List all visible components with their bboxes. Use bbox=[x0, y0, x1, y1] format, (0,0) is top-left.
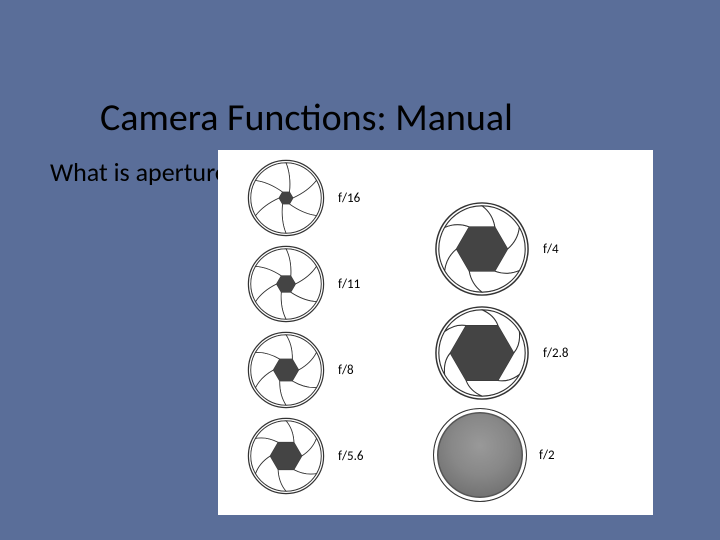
aperture-row: f/2 bbox=[433, 408, 568, 502]
aperture-label: f/8 bbox=[338, 363, 354, 378]
aperture-label: f/5.6 bbox=[338, 449, 363, 464]
aperture-row: f/5.6 bbox=[246, 416, 363, 496]
aperture-icon bbox=[246, 158, 326, 238]
aperture-row: f/8 bbox=[246, 330, 363, 410]
aperture-label: f/2 bbox=[539, 448, 555, 463]
aperture-icon bbox=[246, 416, 326, 496]
aperture-row: f/2.8 bbox=[433, 304, 568, 402]
aperture-row: f/16 bbox=[246, 158, 363, 238]
aperture-column-large: f/4 f/2.8 f/2 bbox=[433, 200, 568, 508]
aperture-icon bbox=[433, 304, 531, 402]
aperture-row: f/11 bbox=[246, 244, 363, 324]
aperture-column-small: f/16 f/11 f/8 f/5.6 bbox=[246, 158, 363, 502]
aperture-diagram-panel: f/16 f/11 f/8 f/5.6 f/4 f/2.8 bbox=[218, 150, 653, 515]
slide-title: Camera Functions: Manual bbox=[100, 95, 513, 141]
aperture-full-open-icon bbox=[433, 408, 527, 502]
aperture-label: f/16 bbox=[338, 191, 360, 206]
question-text: What is aperture? bbox=[50, 158, 240, 188]
aperture-icon bbox=[246, 244, 326, 324]
aperture-row: f/4 bbox=[433, 200, 568, 298]
aperture-label: f/4 bbox=[543, 242, 559, 257]
aperture-icon bbox=[433, 200, 531, 298]
aperture-label: f/2.8 bbox=[543, 346, 568, 361]
aperture-icon bbox=[246, 330, 326, 410]
slide: Camera Functions: Manual What is apertur… bbox=[0, 0, 720, 540]
aperture-label: f/11 bbox=[338, 277, 360, 292]
